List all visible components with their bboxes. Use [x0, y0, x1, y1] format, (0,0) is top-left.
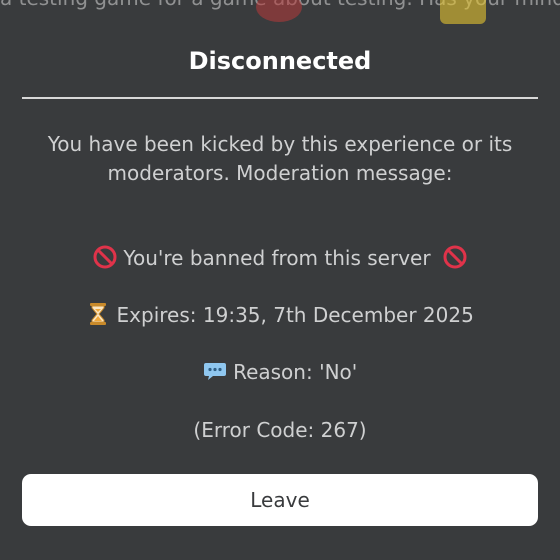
reason-text: Reason: 'No'	[233, 360, 358, 384]
ban-line: You're banned from this server	[0, 243, 560, 273]
background-red-shape	[256, 0, 302, 22]
kick-message: You have been kicked by this experience …	[47, 132, 513, 185]
hourglass-icon	[90, 303, 107, 325]
reason-line: Reason: 'No'	[0, 357, 560, 387]
no-entry-icon	[443, 245, 467, 269]
dialog-title: Disconnected	[188, 47, 372, 75]
error-code: (Error Code: 267)	[193, 418, 367, 442]
expires-text: Expires: 19:35, 7th December 2025	[116, 303, 474, 327]
no-entry-icon	[93, 245, 117, 269]
leave-button[interactable]: Leave	[22, 474, 538, 526]
disconnected-dialog: Disconnected You have been kicked by thi…	[0, 24, 560, 560]
speech-bubble-icon	[203, 363, 226, 380]
background-yellow-shape	[440, 0, 486, 24]
title-divider	[22, 97, 538, 99]
ban-text: You're banned from this server	[123, 246, 431, 270]
screen: a testing game for a game about testing.…	[0, 0, 560, 560]
expires-line: Expires: 19:35, 7th December 2025	[0, 300, 560, 330]
